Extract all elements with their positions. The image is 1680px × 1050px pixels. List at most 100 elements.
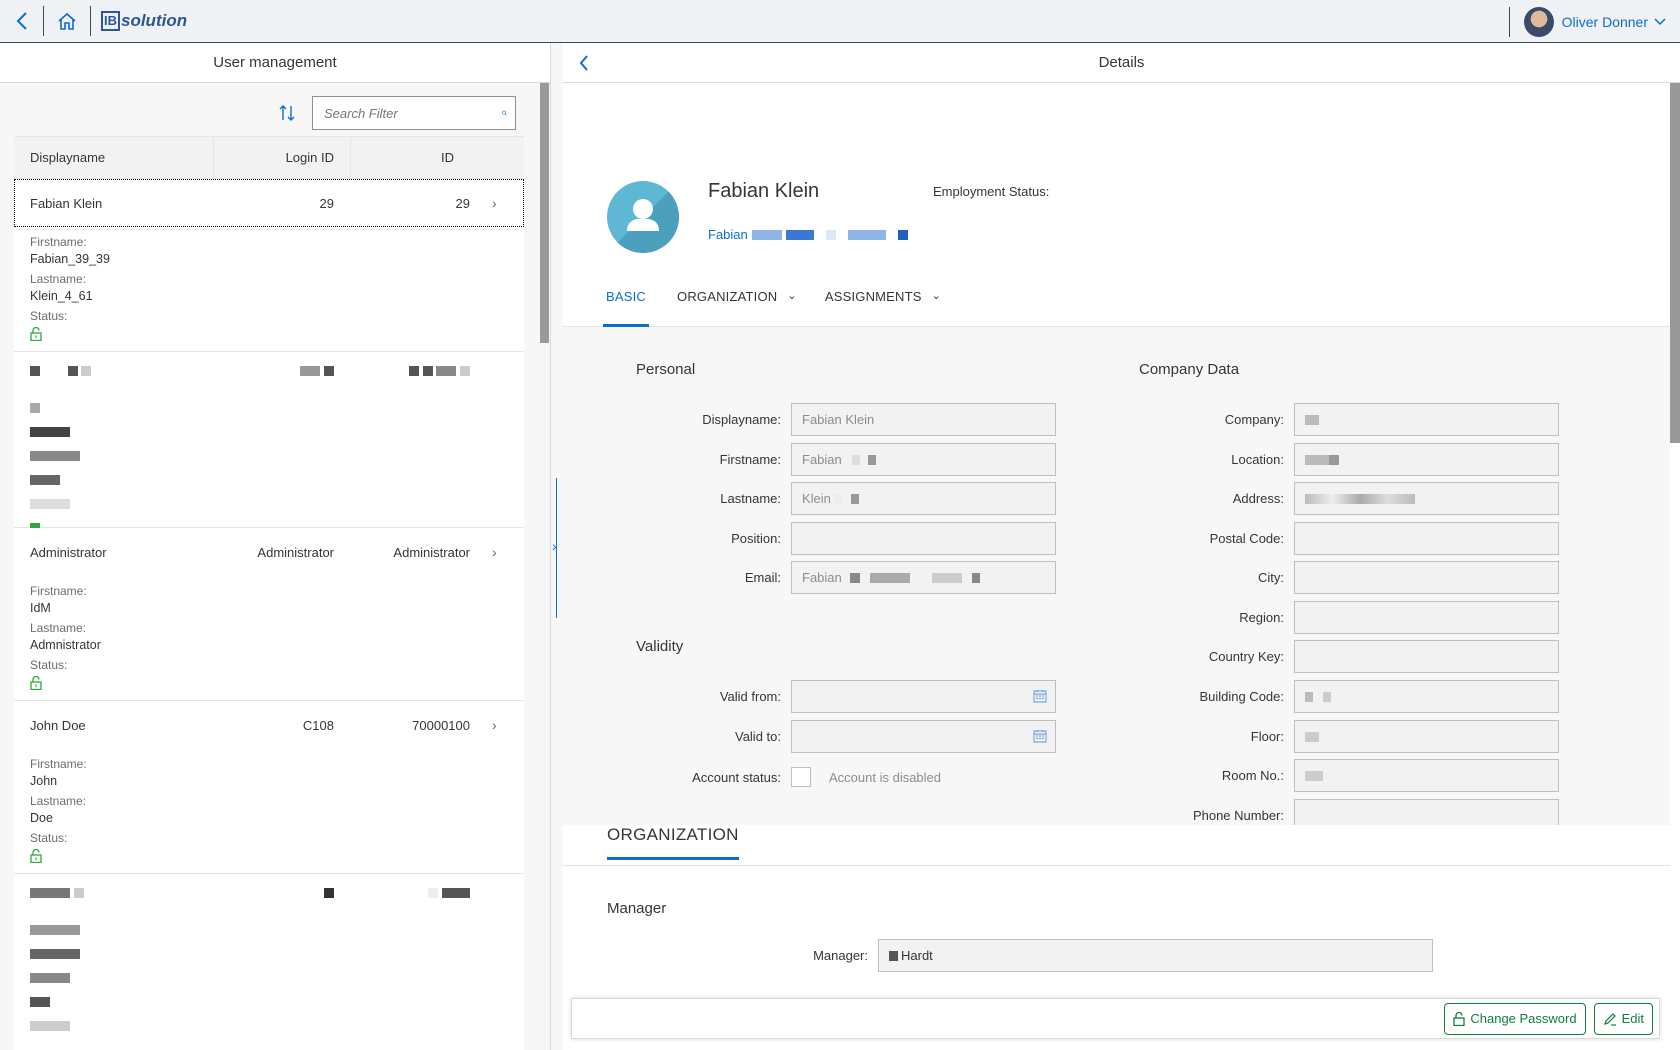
- cell-id: 70000100: [350, 718, 486, 733]
- cell-displayname-redacted: [14, 364, 214, 379]
- displayname-label: Displayname:: [702, 412, 791, 427]
- tab-label: ASSIGNMENTS: [825, 289, 922, 304]
- valid-to-input[interactable]: [791, 720, 1056, 753]
- search-field[interactable]: [312, 96, 516, 130]
- manager-input[interactable]: Hardt: [878, 939, 1433, 972]
- firstname-value: IdM: [30, 601, 508, 615]
- address-input[interactable]: [1294, 482, 1559, 515]
- company-logo[interactable]: IB solution: [101, 11, 187, 31]
- row-main[interactable]: Fabian Klein 29 29 ›: [14, 179, 524, 227]
- status-label: Status:: [30, 658, 508, 672]
- cell-login-id: Administrator: [214, 545, 350, 560]
- user-avatar[interactable]: [1524, 7, 1554, 37]
- building-code-input[interactable]: [1294, 680, 1559, 713]
- detail-panel: Details Fabian Klein Fabian Employment S…: [563, 43, 1680, 1050]
- user-name[interactable]: Oliver Donner: [1562, 14, 1648, 30]
- email-input[interactable]: Fabian: [791, 561, 1056, 594]
- location-input[interactable]: [1294, 443, 1559, 476]
- table-row[interactable]: [14, 874, 524, 1050]
- unlocked-icon: [30, 676, 42, 690]
- account-disabled-checkbox[interactable]: [791, 767, 811, 787]
- column-header-id[interactable]: ID: [350, 137, 486, 178]
- floor-input[interactable]: [1294, 720, 1559, 753]
- city-input[interactable]: [1294, 561, 1559, 594]
- tab-basic[interactable]: BASIC: [603, 289, 649, 327]
- table-row[interactable]: Fabian Klein 29 29 › Firstname: Fabian_3…: [14, 179, 524, 352]
- table-row[interactable]: Administrator Administrator Administrato…: [14, 528, 524, 701]
- region-field: Region:: [1294, 601, 1559, 634]
- building-code-label: Building Code:: [1199, 689, 1294, 704]
- home-icon: [57, 12, 77, 30]
- row-main[interactable]: Administrator Administrator Administrato…: [14, 528, 524, 576]
- firstname-label: Firstname:: [30, 584, 508, 598]
- floor-label: Floor:: [1251, 729, 1294, 744]
- row-main[interactable]: [14, 874, 524, 912]
- detail-scrollbar[interactable]: [1670, 83, 1680, 443]
- calendar-icon[interactable]: [1033, 689, 1047, 703]
- cell-id: 29: [350, 196, 486, 211]
- firstname-input[interactable]: Fabian: [791, 443, 1056, 476]
- sort-button[interactable]: [272, 98, 302, 128]
- cell-id-redacted: [350, 886, 486, 901]
- tab-organization[interactable]: ORGANIZATION ⌄: [677, 289, 797, 327]
- master-scrollbar[interactable]: [540, 83, 549, 343]
- calendar-icon[interactable]: [1033, 729, 1047, 743]
- tab-label: BASIC: [606, 289, 646, 304]
- splitter-chevron-icon[interactable]: ›: [552, 538, 557, 554]
- back-chevron-icon[interactable]: [579, 55, 589, 71]
- table-row[interactable]: [14, 352, 524, 528]
- user-menu[interactable]: Oliver Donner: [1509, 0, 1680, 43]
- validity-group-title: Validity: [636, 638, 683, 655]
- valid-from-input[interactable]: [791, 680, 1056, 713]
- position-input[interactable]: [791, 522, 1056, 555]
- cell-displayname: Administrator: [14, 545, 214, 560]
- unlocked-icon: [30, 849, 42, 863]
- country-key-field: Country Key:: [1294, 640, 1559, 673]
- organization-section-title[interactable]: ORGANIZATION: [607, 825, 739, 860]
- tab-assignments[interactable]: ASSIGNMENTS ⌄: [825, 289, 941, 327]
- back-button[interactable]: [0, 0, 43, 43]
- row-navigate-icon[interactable]: ›: [486, 195, 524, 211]
- chevron-left-icon: [16, 12, 28, 30]
- row-main[interactable]: [14, 352, 524, 390]
- firstname-value: Fabian_39_39: [30, 252, 508, 266]
- displayname-field: Displayname: Fabian Klein: [791, 403, 1056, 436]
- change-password-button[interactable]: Change Password: [1444, 1003, 1585, 1035]
- change-password-label: Change Password: [1470, 1011, 1576, 1026]
- room-input[interactable]: [1294, 759, 1559, 792]
- displayname-input[interactable]: Fabian Klein: [791, 403, 1056, 436]
- region-label: Region:: [1239, 610, 1294, 625]
- lastname-label: Lastname:: [30, 272, 508, 286]
- manager-label: Manager:: [813, 948, 878, 963]
- location-field: Location:: [1294, 443, 1559, 476]
- search-icon[interactable]: [502, 106, 507, 120]
- row-navigate-icon[interactable]: ›: [486, 544, 524, 560]
- firstname-value: John: [30, 774, 508, 788]
- chevron-down-icon[interactable]: [1654, 18, 1666, 26]
- column-header-displayname[interactable]: Displayname: [14, 137, 214, 178]
- region-input[interactable]: [1294, 601, 1559, 634]
- email-field: Email: Fabian: [791, 561, 1056, 594]
- lastname-label: Lastname:: [720, 491, 791, 506]
- table-row[interactable]: John Doe C108 70000100 › Firstname: John…: [14, 701, 524, 874]
- object-subtitle-text: Fabian: [708, 227, 748, 242]
- search-input[interactable]: [324, 106, 502, 121]
- divider: [563, 865, 1670, 866]
- edit-button[interactable]: Edit: [1594, 1003, 1653, 1035]
- user-placeholder-icon: [607, 181, 679, 253]
- column-header-login-id[interactable]: Login ID: [214, 150, 350, 165]
- cell-login-redacted: [214, 364, 350, 379]
- row-navigate-icon[interactable]: ›: [486, 717, 524, 733]
- postal-code-input[interactable]: [1294, 522, 1559, 555]
- manager-group-title: Manager: [607, 900, 666, 917]
- lastname-input[interactable]: Klein: [791, 482, 1056, 515]
- separator: [90, 6, 91, 36]
- row-main[interactable]: John Doe C108 70000100 ›: [14, 701, 524, 749]
- object-subtitle[interactable]: Fabian: [708, 227, 908, 242]
- company-input[interactable]: [1294, 403, 1559, 436]
- logo-text: solution: [121, 11, 187, 31]
- country-key-input[interactable]: [1294, 640, 1559, 673]
- home-button[interactable]: [44, 0, 90, 43]
- email-text: Fabian: [802, 570, 842, 585]
- cell-login-id: 29: [214, 196, 350, 211]
